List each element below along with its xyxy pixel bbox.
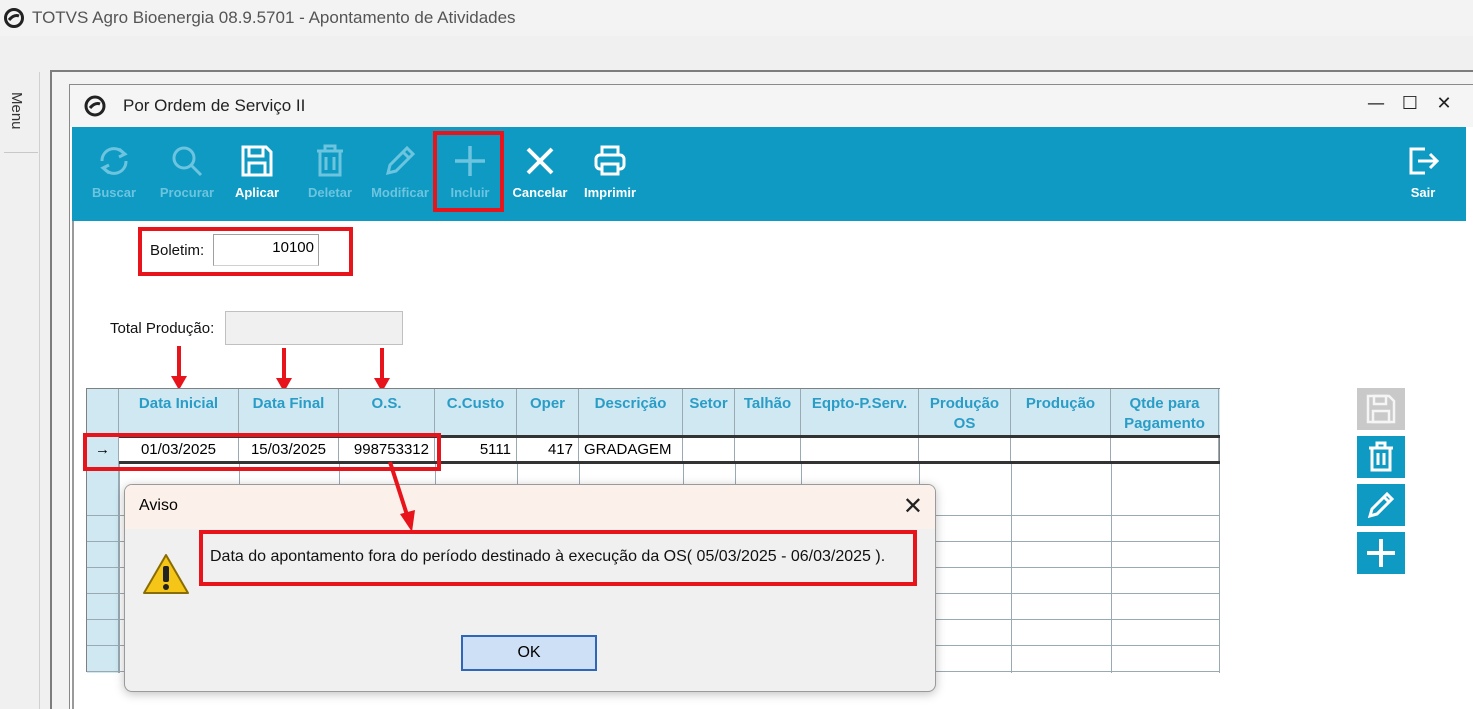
col-setor[interactable]: Setor [683, 389, 735, 435]
search-icon [172, 146, 203, 177]
grid-add-button[interactable] [1357, 532, 1405, 574]
cell-eqpto[interactable] [801, 437, 919, 463]
col-data-inicial[interactable]: Data Inicial [119, 389, 239, 435]
cell-oper[interactable]: 417 [517, 437, 579, 463]
imprimir-label: Imprimir [583, 185, 636, 200]
cell-qtde-pagamento[interactable] [1111, 437, 1219, 463]
ok-button[interactable]: OK [461, 635, 597, 671]
cancelar-button[interactable]: Cancelar [508, 127, 572, 221]
warning-icon [143, 554, 189, 594]
aplicar-label: Aplicar [234, 185, 280, 200]
total-producao-label: Total Produção: [110, 320, 215, 337]
trash-icon [317, 144, 343, 177]
x-icon [526, 147, 554, 175]
deletar-button[interactable]: Deletar [300, 127, 360, 221]
cell-producao[interactable] [1011, 437, 1111, 463]
dialog-close-button[interactable]: ✕ [903, 493, 923, 519]
menu-divider [4, 152, 38, 153]
cancelar-label: Cancelar [512, 185, 568, 200]
dialog-titlebar: Aviso ✕ [125, 485, 935, 529]
grid-save-button[interactable] [1357, 388, 1405, 430]
refresh-icon [100, 147, 128, 175]
col-c-custo[interactable]: C.Custo [435, 389, 517, 435]
total-producao-input [225, 311, 403, 345]
message-highlight [199, 530, 917, 586]
modificar-button[interactable]: Modificar [368, 127, 432, 221]
modificar-label: Modificar [371, 185, 429, 200]
cell-c-custo[interactable]: 5111 [435, 437, 517, 463]
app-titlebar: TOTVS Agro Bioenergia 08.9.5701 - Aponta… [0, 0, 1473, 36]
imprimir-button[interactable]: Imprimir [578, 127, 642, 221]
totvs-logo-icon [84, 95, 106, 117]
maximize-button[interactable]: ☐ [1398, 92, 1422, 116]
deletar-label: Deletar [307, 185, 353, 200]
save-icon [241, 145, 273, 177]
col-data-final[interactable]: Data Final [239, 389, 339, 435]
printer-icon [594, 145, 626, 176]
col-producao[interactable]: Produção [1011, 389, 1111, 435]
app-title: TOTVS Agro Bioenergia 08.9.5701 - Aponta… [32, 8, 516, 27]
cell-producao-os[interactable] [919, 437, 1011, 463]
cell-talhao[interactable] [735, 437, 801, 463]
trash-icon [1369, 441, 1393, 472]
pencil-icon [385, 145, 416, 176]
cell-descricao[interactable]: GRADAGEM [579, 437, 683, 463]
grid-edit-button[interactable] [1357, 484, 1405, 526]
col-qtde-pagamento[interactable]: Qtde para Pagamento [1111, 389, 1219, 435]
grid-header: Data Inicial Data Final O.S. C.Custo Ope… [119, 389, 1220, 435]
grid-delete-button[interactable] [1357, 436, 1405, 478]
save-icon [1366, 394, 1396, 424]
menu-label[interactable]: Menu [8, 92, 25, 130]
col-oper[interactable]: Oper [517, 389, 579, 435]
aplicar-button[interactable]: Aplicar [228, 127, 286, 221]
arrow-to-message [388, 461, 415, 532]
totvs-logo-icon [4, 8, 24, 28]
procurar-button[interactable]: Procurar [154, 127, 220, 221]
procurar-label: Procurar [159, 185, 215, 200]
col-producao-os[interactable]: Produção OS [919, 389, 1011, 435]
incluir-highlight [433, 131, 504, 212]
minimize-button[interactable]: — [1364, 92, 1388, 116]
buscar-button[interactable]: Buscar [84, 127, 144, 221]
col-os[interactable]: O.S. [339, 389, 435, 435]
window-title: Por Ordem de Serviço II [123, 96, 306, 115]
cell-setor[interactable] [683, 437, 735, 463]
sair-label: Sair [1410, 185, 1436, 200]
exit-icon [1409, 147, 1440, 175]
arrow-data-inicial [171, 346, 187, 390]
toolbar: Buscar Procurar Aplicar Deletar Modifica… [72, 127, 1466, 221]
col-talhao[interactable]: Talhão [735, 389, 801, 435]
dialog-title: Aviso [139, 497, 178, 514]
menu-strip[interactable] [0, 72, 40, 709]
col-descricao[interactable]: Descrição [579, 389, 683, 435]
pencil-icon [1367, 491, 1395, 519]
sair-button[interactable]: Sair [1398, 127, 1448, 221]
col-eqpto[interactable]: Eqpto-P.Serv. [801, 389, 919, 435]
close-button[interactable]: ✕ [1432, 92, 1456, 116]
plus-icon [1367, 539, 1395, 567]
buscar-label: Buscar [91, 185, 137, 200]
boletim-highlight [138, 227, 353, 276]
